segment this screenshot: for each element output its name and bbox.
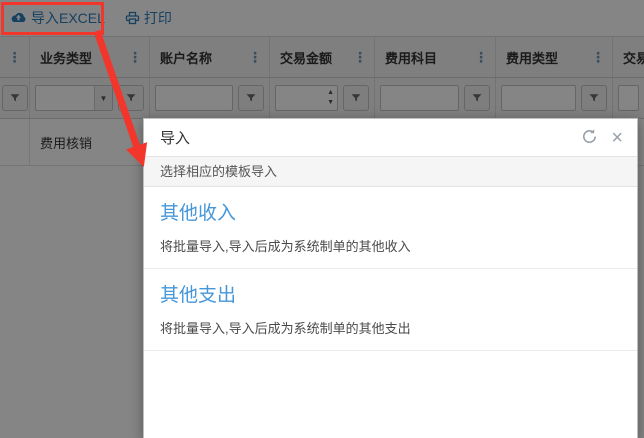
option-desc-other-income: 将批量导入,导入后成为系统制单的其他收入 — [160, 239, 411, 254]
import-option-other-income[interactable]: 其他收入 将批量导入,导入后成为系统制单的其他收入 — [144, 187, 637, 269]
app-window: 导入EXCEL 打印 ⋮ 业务类型 ⋮ 账户名称 ⋮ 交易金额 ⋮ 费用科目 ⋮… — [0, 0, 644, 438]
option-title-other-income[interactable]: 其他收入 — [160, 203, 621, 225]
dialog-subtitle: 选择相应的模板导入 — [144, 157, 637, 187]
close-button[interactable]: × — [611, 128, 623, 148]
dialog-actions: × — [581, 128, 623, 148]
dialog-title: 导入 — [160, 130, 191, 147]
option-title-other-expense[interactable]: 其他支出 — [160, 285, 621, 307]
refresh-button[interactable] — [581, 128, 598, 148]
close-icon: × — [611, 126, 623, 149]
import-option-other-expense[interactable]: 其他支出 将批量导入,导入后成为系统制单的其他支出 — [144, 269, 637, 351]
import-dialog: 导入 × 选择相应的模板导入 其他收入 将批量导入,导入后成为系统制单的其他收入… — [143, 118, 638, 438]
dialog-body: 其他收入 将批量导入,导入后成为系统制单的其他收入 其他支出 将批量导入,导入后… — [144, 187, 637, 351]
dialog-header: 导入 × — [144, 119, 637, 157]
refresh-icon — [581, 128, 598, 148]
option-desc-other-expense: 将批量导入,导入后成为系统制单的其他支出 — [160, 321, 411, 336]
